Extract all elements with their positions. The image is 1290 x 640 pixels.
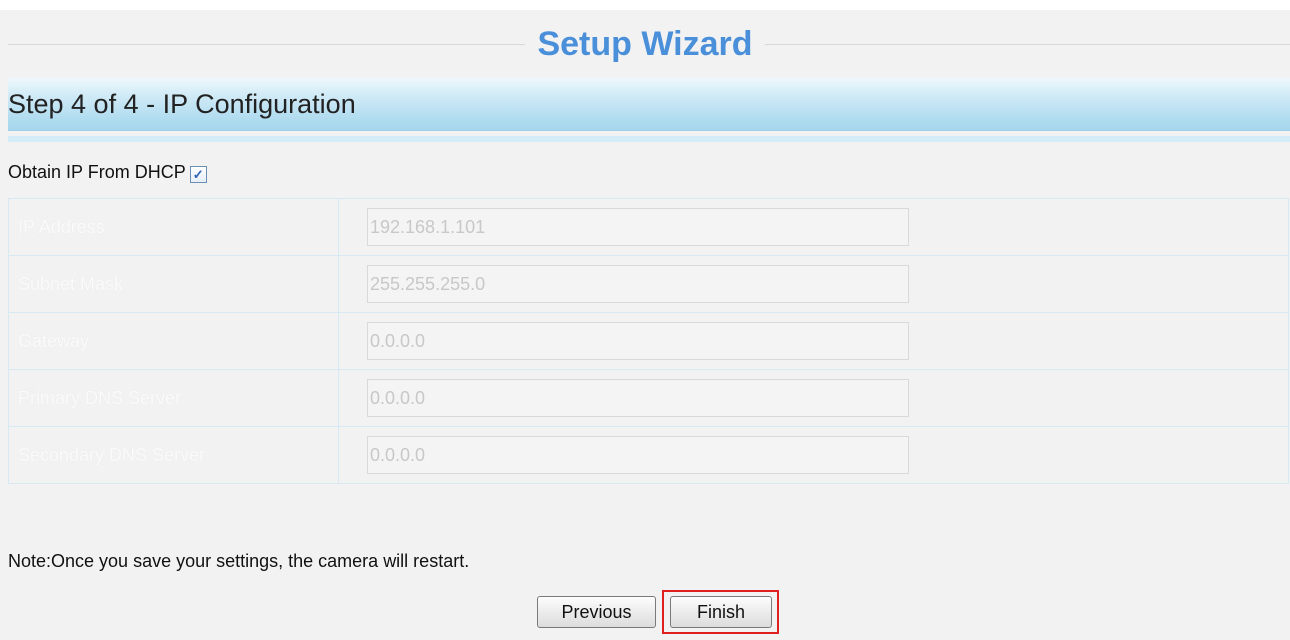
ip-address-input[interactable] (367, 208, 909, 246)
gateway-label: Gateway (8, 312, 339, 370)
page-title: Setup Wizard (0, 22, 1290, 66)
top-margin (0, 0, 1290, 10)
dhcp-checkbox[interactable]: ✓ (189, 165, 207, 183)
gateway-input[interactable] (367, 322, 909, 360)
previous-button[interactable]: Previous (537, 596, 656, 628)
subnet-mask-input[interactable] (367, 265, 909, 303)
subnet-mask-label: Subnet Mask (8, 255, 339, 313)
step-header-underline (8, 136, 1290, 142)
table-row: IP Address (8, 198, 1289, 256)
table-row: Secondary DNS Server (8, 426, 1289, 484)
secondary-dns-input[interactable] (367, 436, 909, 474)
table-row: Gateway (8, 312, 1289, 370)
ip-config-table: IP Address Subnet Mask Gateway Primary D… (8, 198, 1289, 484)
primary-dns-label: Primary DNS Server (8, 369, 339, 427)
step-header-bar: Step 4 of 4 - IP Configuration (8, 78, 1290, 131)
page-title-text: Setup Wizard (525, 25, 765, 63)
table-row: Primary DNS Server (8, 369, 1289, 427)
ip-address-label: IP Address (8, 198, 339, 256)
setup-wizard-page: Setup Wizard Step 4 of 4 - IP Configurat… (0, 0, 1290, 640)
step-title: Step 4 of 4 - IP Configuration (8, 89, 356, 119)
secondary-dns-label: Secondary DNS Server (8, 426, 339, 484)
restart-note: Note:Once you save your settings, the ca… (8, 551, 470, 571)
dhcp-option: Obtain IP From DHCP ✓ (8, 160, 207, 184)
table-row: Subnet Mask (8, 255, 1289, 313)
dhcp-label: Obtain IP From DHCP (8, 161, 186, 182)
primary-dns-input[interactable] (367, 379, 909, 417)
finish-button[interactable]: Finish (670, 596, 772, 628)
check-icon: ✓ (192, 166, 204, 182)
